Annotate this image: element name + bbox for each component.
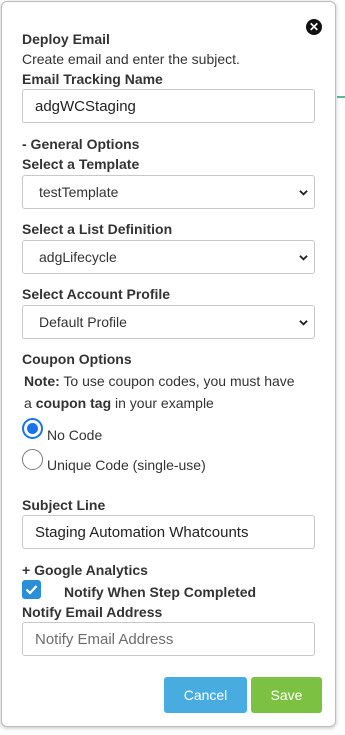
- tracking-name-label: Email Tracking Name: [22, 71, 163, 87]
- no-code-label[interactable]: No Code: [47, 427, 102, 443]
- account-profile-select[interactable]: Default Profile: [22, 305, 315, 339]
- notify-email-label: Notify Email Address: [22, 604, 163, 620]
- account-profile-select-value: Default Profile: [39, 314, 127, 330]
- unique-code-label[interactable]: Unique Code (single-use): [47, 457, 206, 473]
- account-profile-label: Select Account Profile: [22, 286, 171, 302]
- coupon-note-line-2: a coupon tag in your example: [24, 395, 214, 411]
- tracking-name-input[interactable]: [22, 89, 315, 123]
- subject-line-label: Subject Line: [22, 497, 106, 513]
- coupon-options-label: Coupon Options: [22, 351, 132, 367]
- notify-email-input[interactable]: [22, 622, 315, 656]
- chevron-down-icon: [299, 320, 308, 326]
- notify-step-checkbox[interactable]: [22, 580, 41, 599]
- template-select[interactable]: testTemplate: [22, 175, 315, 209]
- template-label: Select a Template: [22, 156, 140, 172]
- save-button[interactable]: Save: [251, 677, 322, 713]
- connector-line: [337, 96, 345, 98]
- notify-step-label[interactable]: Notify When Step Completed: [64, 584, 256, 600]
- coupon-note-text: To use coupon codes, you must have: [59, 373, 295, 389]
- dialog-subtitle: Create email and enter the subject.: [22, 51, 240, 67]
- coupon-note-line-1: Note: To use coupon codes, you must have: [24, 373, 295, 389]
- coupon-note-post: in your example: [111, 395, 214, 411]
- list-definition-label: Select a List Definition: [22, 221, 173, 237]
- general-options-toggle[interactable]: - General Options: [22, 136, 139, 152]
- no-code-radio[interactable]: [22, 418, 43, 439]
- checkmark-icon: [25, 585, 38, 595]
- close-icon[interactable]: ✕: [306, 19, 322, 35]
- unique-code-radio[interactable]: [22, 449, 43, 470]
- list-definition-select-value: adgLifecycle: [39, 249, 117, 265]
- dialog-title: Deploy Email: [22, 31, 110, 47]
- chevron-down-icon: [299, 255, 308, 261]
- coupon-tag-bold: coupon tag: [35, 395, 112, 411]
- list-definition-select[interactable]: adgLifecycle: [22, 240, 315, 274]
- cancel-button[interactable]: Cancel: [164, 677, 247, 713]
- chevron-down-icon: [299, 190, 308, 196]
- google-analytics-toggle[interactable]: + Google Analytics: [22, 562, 148, 578]
- coupon-note-pre: a: [24, 395, 36, 411]
- coupon-note-bold: Note:: [24, 373, 60, 389]
- subject-line-input[interactable]: [22, 515, 315, 549]
- template-select-value: testTemplate: [39, 184, 119, 200]
